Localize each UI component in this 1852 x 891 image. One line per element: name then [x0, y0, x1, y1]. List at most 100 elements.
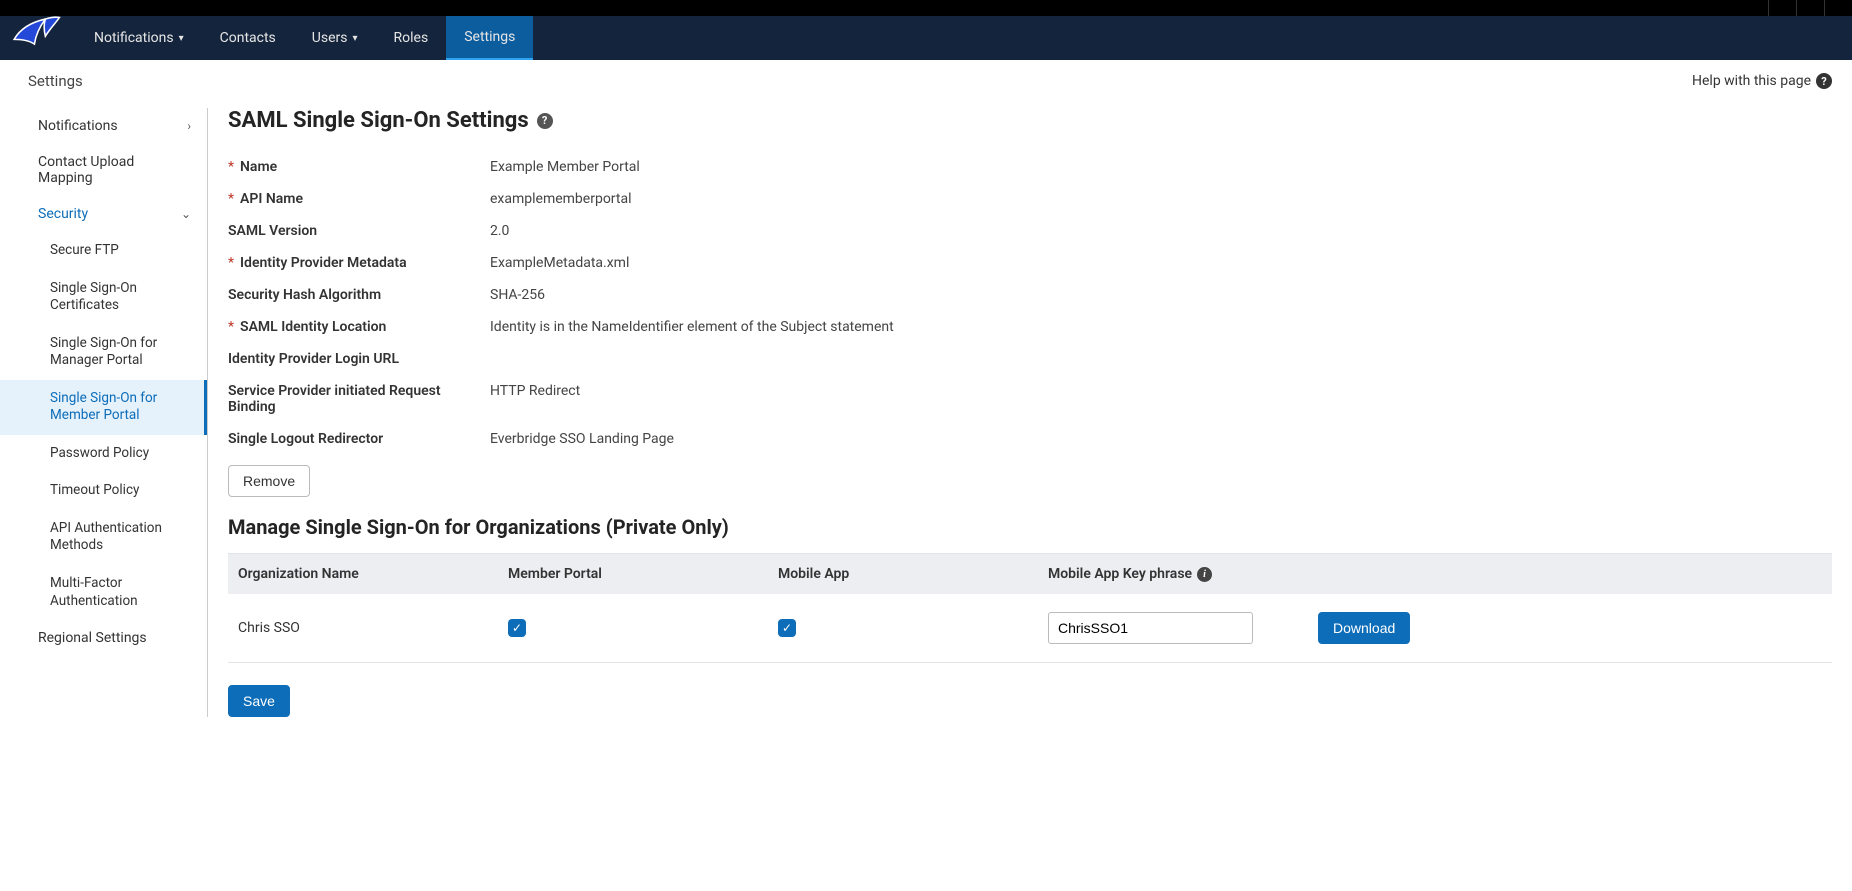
- chevron-down-icon: ▾: [353, 33, 358, 44]
- manage-sso-title: Manage Single Sign-On for Organizations …: [228, 515, 1832, 539]
- sidebar-item-label: Security: [38, 206, 88, 222]
- main-nav: Notifications▾ Contacts Users ▾ Roles Setting…: [0, 16, 1852, 60]
- sidebar-item-notifications[interactable]: Notifications ›: [0, 108, 207, 144]
- download-button[interactable]: Download: [1318, 612, 1410, 644]
- member-portal-checkbox[interactable]: ✓: [508, 619, 526, 637]
- util-icon-2[interactable]: [1796, 0, 1824, 16]
- sidebar-item-timeout-policy[interactable]: Timeout Policy: [0, 472, 207, 510]
- page-title-text: SAML Single Sign-On Settings: [228, 108, 529, 133]
- nav-contacts[interactable]: Contacts: [202, 16, 294, 60]
- field-row: Service Provider initiated Request Bindi…: [228, 375, 1832, 423]
- save-button[interactable]: Save: [228, 685, 290, 717]
- help-icon: ?: [1816, 73, 1832, 89]
- sidebar-item-label: Contact Upload Mapping: [38, 154, 191, 186]
- nav-label: Contacts: [220, 30, 276, 46]
- nav-label: Users: [312, 30, 348, 46]
- field-label-text: SAML Version: [228, 223, 317, 239]
- logo-swoosh-icon: [11, 5, 61, 55]
- cell-key-phrase: [1048, 612, 1318, 644]
- field-label: * Identity Provider Metadata: [228, 255, 490, 271]
- chevron-right-icon: ›: [187, 119, 191, 133]
- field-label: Identity Provider Login URL: [228, 351, 490, 367]
- field-label-text: Security Hash Algorithm: [228, 287, 381, 303]
- org-table: Organization Name Member Portal Mobile A…: [228, 553, 1832, 663]
- field-row: * Identity Provider Metadata ExampleMetada…: [228, 247, 1832, 279]
- sidebar-item-label: Single Sign-On for Manager Portal: [50, 335, 191, 370]
- nav-notifications[interactable]: Notifications▾: [76, 16, 202, 60]
- sidebar-item-label: Single Sign-On for Member Portal: [50, 390, 188, 425]
- table-header-row: Organization Name Member Portal Mobile A…: [228, 553, 1832, 594]
- page-title: SAML Single Sign-On Settings ?: [228, 108, 1832, 133]
- field-label-text: Name: [240, 159, 277, 175]
- sidebar-item-regional-settings[interactable]: Regional Settings: [0, 620, 207, 656]
- util-icon-1[interactable]: [1768, 0, 1796, 16]
- th-mobile-app: Mobile App: [778, 566, 1048, 582]
- sidebar-item-single-sign-on-for-manager-portal[interactable]: Single Sign-On for Manager Portal: [0, 325, 207, 380]
- sidebar-item-multi-factor-authentication[interactable]: Multi-Factor Authentication: [0, 565, 207, 620]
- settings-sidebar: Notifications › Contact Upload Mapping Secu…: [0, 108, 208, 717]
- sidebar-item-contact-upload-mapping[interactable]: Contact Upload Mapping: [0, 144, 207, 196]
- nav-settings[interactable]: Settings: [446, 16, 533, 60]
- chevron-down-icon: ⌄: [181, 207, 191, 221]
- th-key-phrase-label: Mobile App Key phrase: [1048, 566, 1192, 582]
- field-label: *SAML Identity Location: [228, 319, 490, 335]
- field-label: Security Hash Algorithm: [228, 287, 490, 303]
- sidebar-item-label: Regional Settings: [38, 630, 147, 646]
- top-utility-bar: [0, 0, 1852, 16]
- field-value: Everbridge SSO Landing Page: [490, 431, 674, 447]
- required-star: *: [228, 159, 234, 175]
- field-value: SHA-256: [490, 287, 545, 303]
- sidebar-item-label: Notifications: [38, 118, 118, 134]
- field-row: SAML Version2.0: [228, 215, 1832, 247]
- sidebar-item-password-policy[interactable]: Password Policy: [0, 435, 207, 473]
- nav-label: Settings: [464, 29, 515, 45]
- field-label: * Name: [228, 159, 490, 175]
- required-star: *: [228, 191, 234, 207]
- field-row: Identity Provider Login URL: [228, 343, 1832, 375]
- page-header: Settings Help with this page ?: [0, 60, 1852, 98]
- field-label: SAML Version: [228, 223, 490, 239]
- th-member-portal: Member Portal: [508, 566, 778, 582]
- field-row: *SAML Identity LocationIdentity is in th…: [228, 311, 1832, 343]
- key-phrase-input[interactable]: [1048, 612, 1253, 644]
- help-label: Help with this page: [1692, 73, 1811, 89]
- mobile-app-checkbox[interactable]: ✓: [778, 619, 796, 637]
- main-content: SAML Single Sign-On Settings ? * Name Exam…: [208, 108, 1852, 717]
- saml-fields: *NameExample Member Portal*API Nameexamp…: [228, 151, 1832, 455]
- title-help-icon[interactable]: ?: [537, 113, 553, 129]
- field-value: Identity is in the NameIdentifier elemen…: [490, 319, 894, 335]
- required-star: *: [228, 319, 234, 335]
- field-row: *NameExample Member Portal: [228, 151, 1832, 183]
- help-with-page-link[interactable]: Help with this page ?: [1692, 73, 1832, 89]
- sidebar-item-label: Timeout Policy: [50, 482, 139, 500]
- sidebar-item-label: Secure FTP: [50, 242, 119, 260]
- required-star: *: [228, 255, 234, 271]
- sidebar-item-label: API Authentication Methods: [50, 520, 191, 555]
- field-label: Single Logout Redirector: [228, 431, 490, 447]
- nav-roles[interactable]: Roles: [376, 16, 447, 60]
- sidebar-item-single-sign-on-certificates[interactable]: Single Sign-On Certificates: [0, 270, 207, 325]
- nav-users[interactable]: Users ▾: [294, 16, 376, 60]
- sidebar-item-label: Multi-Factor Authentication: [50, 575, 191, 610]
- sidebar-item-single-sign-on-for-member-portal[interactable]: Single Sign-On for Member Portal: [0, 380, 207, 435]
- nav-label: Roles: [394, 30, 429, 46]
- remove-button[interactable]: Remove: [228, 465, 310, 497]
- sidebar-item-security[interactable]: Security ⌄: [0, 196, 207, 232]
- field-label-text: Service Provider initiated Request Bindi…: [228, 383, 490, 415]
- info-icon[interactable]: i: [1197, 567, 1212, 582]
- cell-mobile-app: ✓: [778, 619, 1048, 637]
- breadcrumb: Settings: [28, 72, 83, 90]
- sidebar-item-secure-ftp[interactable]: Secure FTP: [0, 232, 207, 270]
- cell-download: Download: [1318, 612, 1822, 644]
- app-logo[interactable]: [6, 0, 66, 60]
- field-row: Security Hash Algorithm SHA-256: [228, 279, 1832, 311]
- th-org-name: Organization Name: [238, 566, 508, 582]
- th-download: [1318, 566, 1822, 582]
- th-key-phrase: Mobile App Key phrase i: [1048, 566, 1318, 582]
- sidebar-item-label: Password Policy: [50, 445, 149, 463]
- field-value: ExampleMetadata.xml: [490, 255, 629, 271]
- sidebar-item-label: Single Sign-On Certificates: [50, 280, 191, 315]
- field-label-text: Identity Provider Metadata: [240, 255, 407, 271]
- sidebar-item-api-authentication-methods[interactable]: API Authentication Methods: [0, 510, 207, 565]
- util-icon-3[interactable]: [1824, 0, 1852, 16]
